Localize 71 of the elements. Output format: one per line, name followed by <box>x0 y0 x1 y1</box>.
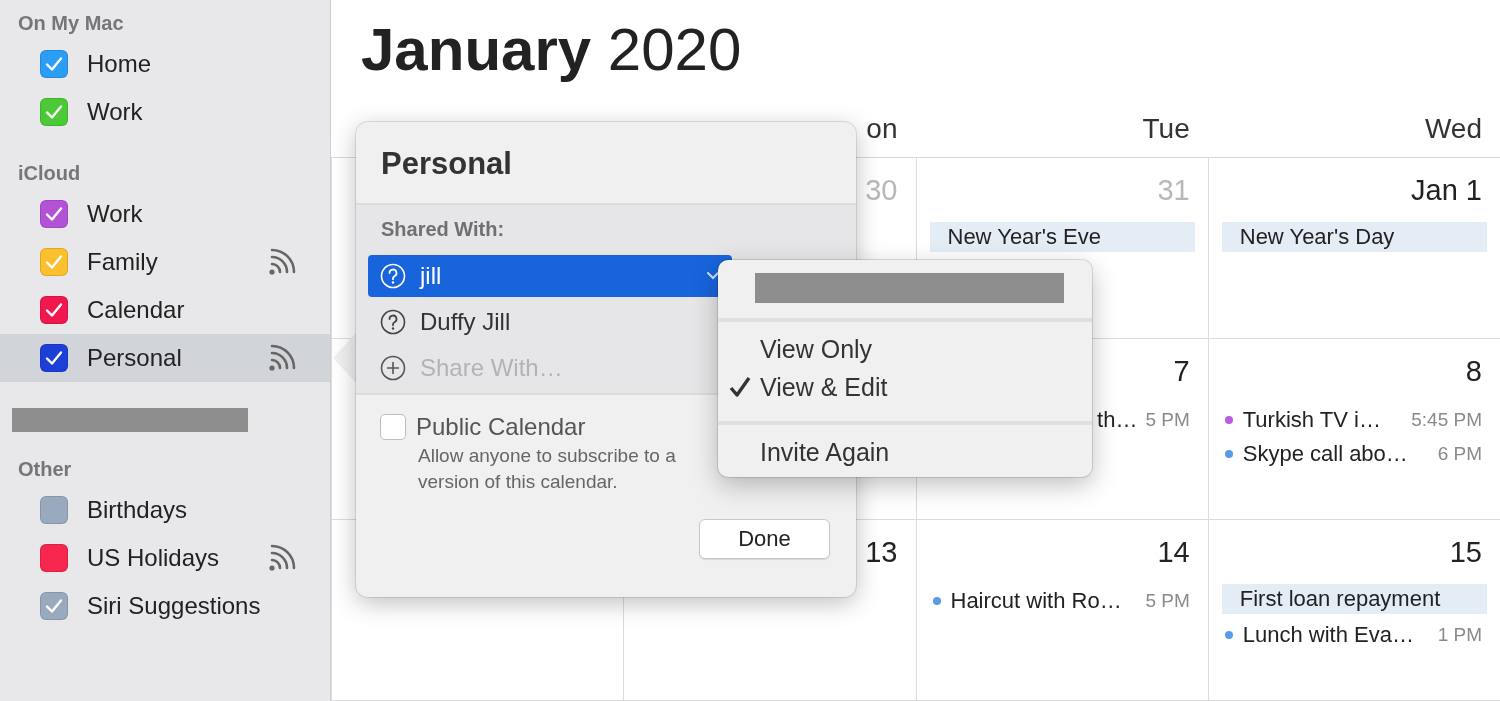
event-time: 6 PM <box>1437 443 1483 465</box>
chevron-down-icon <box>706 271 720 281</box>
calendar-list-item[interactable]: Personal <box>0 334 330 382</box>
done-button[interactable]: Done <box>699 519 830 559</box>
calendar-list-item[interactable]: Family <box>0 238 330 286</box>
day-number: 8 <box>1465 354 1482 389</box>
day-number: 31 <box>1157 173 1190 208</box>
checkbox[interactable] <box>40 200 68 228</box>
weekday-label: Wed <box>1424 112 1482 145</box>
all-day-event[interactable]: New Year's Day <box>1221 222 1487 252</box>
day-number: Jan 1 <box>1411 173 1482 208</box>
day-cell[interactable]: 14 Haircut with Ro… 5 PM <box>915 520 1208 701</box>
day-number: 7 <box>1173 354 1190 389</box>
calendar-name: Work <box>87 200 144 228</box>
calendar-name: US Holidays <box>87 544 221 572</box>
event-title[interactable]: Turkish TV i… <box>1242 407 1404 433</box>
day-number: 30 <box>865 173 898 208</box>
section-header: Other <box>17 457 73 482</box>
description-text: Allow anyone to subscribe to a <box>417 444 676 468</box>
section-header: iCloud <box>17 161 82 186</box>
day-cell[interactable]: 8 Turkish TV i… 5:45 PM Skype call abo… 6 PM <box>1207 339 1500 520</box>
weekday-label: Tue <box>1142 112 1190 145</box>
calendar-list-item[interactable]: Work <box>0 190 330 238</box>
checkbox-label: Public Calendar <box>416 413 586 441</box>
checkbox[interactable] <box>40 50 68 78</box>
day-cell[interactable]: 15 First loan repayment Lunch with Eva… 1 PM <box>1207 520 1500 701</box>
event-time: 5 PM <box>1145 590 1191 612</box>
event-title[interactable]: Skype call abo… <box>1242 441 1430 467</box>
calendar-name: Personal <box>87 344 183 372</box>
checkbox[interactable] <box>40 98 68 126</box>
day-number: 15 <box>1449 535 1482 570</box>
weekday-label: on <box>866 112 898 145</box>
checkbox[interactable] <box>40 344 68 372</box>
event-time: 1 PM <box>1437 624 1483 646</box>
calendar-name: Calendar <box>87 296 186 324</box>
section-label: Shared With: <box>380 217 506 241</box>
day-number: 14 <box>1157 535 1190 570</box>
event-time: 5 PM <box>1145 409 1191 431</box>
calendar-name: Birthdays <box>87 496 189 524</box>
day-cell[interactable]: Jan 1 New Year's Day <box>1207 158 1500 339</box>
shared-person-row[interactable]: jill <box>368 255 732 297</box>
checkbox[interactable] <box>40 248 68 276</box>
event-title[interactable]: Haircut with Ro… <box>950 588 1138 614</box>
question-circle-icon <box>380 309 406 335</box>
description-text: version of this calendar. <box>417 470 618 494</box>
calendar-list-item[interactable]: Birthdays <box>0 486 330 534</box>
checkbox[interactable] <box>40 544 68 572</box>
checkbox[interactable] <box>40 496 68 524</box>
calendar-list-item[interactable]: Work <box>0 88 330 136</box>
calendar-list-item[interactable]: US Holidays <box>0 534 330 582</box>
event-time: 5:45 PM <box>1411 409 1483 431</box>
calendar-name: Home <box>87 50 153 78</box>
checkbox[interactable] <box>40 592 68 620</box>
calendar-list-item[interactable]: Siri Suggestions <box>0 582 330 630</box>
all-day-event[interactable]: New Year's Eve <box>929 222 1195 252</box>
calendar-list-item[interactable]: Home <box>0 40 330 88</box>
calendar-name: Siri Suggestions <box>87 592 262 620</box>
plus-circle-icon <box>380 355 406 381</box>
question-circle-icon <box>380 263 406 289</box>
month-title: January 2020 <box>360 15 743 85</box>
checkbox[interactable] <box>380 414 406 440</box>
calendar-list-item[interactable]: Calendar <box>0 286 330 334</box>
section-header: On My Mac <box>17 11 125 36</box>
menu-item[interactable]: View & Edit <box>718 368 1092 406</box>
day-number: 13 <box>865 535 898 570</box>
menu-item[interactable]: Invite Again <box>718 433 1092 471</box>
all-day-event[interactable]: First loan repayment <box>1221 584 1487 614</box>
event-title[interactable]: Lunch with Eva… <box>1242 622 1430 648</box>
calendar-name: Work <box>87 98 144 126</box>
checkbox[interactable] <box>40 296 68 324</box>
calendar-name: Family <box>87 248 159 276</box>
